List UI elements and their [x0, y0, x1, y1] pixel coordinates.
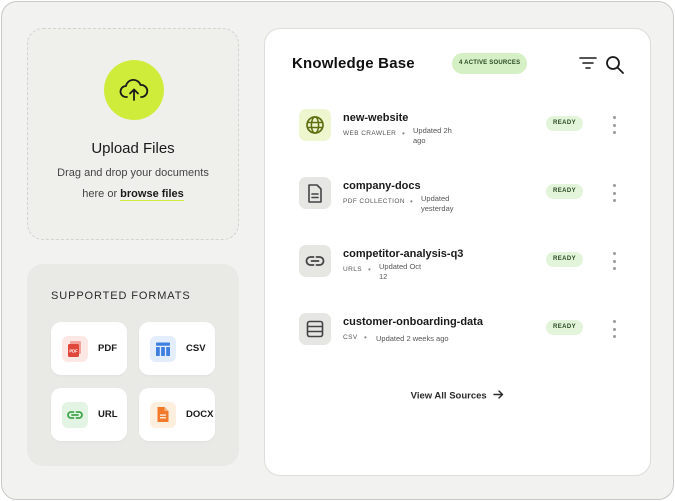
browse-files-link[interactable]: browse files	[120, 188, 184, 201]
cloud-upload-icon[interactable]	[104, 60, 164, 120]
format-docx: DOCX	[139, 388, 215, 441]
table-icon	[150, 335, 176, 362]
source-type: URLS	[343, 266, 362, 273]
source-updated: Updated 2h ago	[413, 126, 452, 145]
source-name: new-website	[343, 112, 409, 124]
separator-dot: •	[364, 333, 367, 342]
format-label: DOCX	[186, 409, 214, 420]
source-updated: Updated yesterday	[421, 194, 454, 213]
list-item[interactable]: new-website WEB CRAWLER • Updated 2h ago…	[299, 109, 629, 145]
source-type: PDF COLLECTION	[343, 198, 405, 205]
pdf-file-icon: PDF	[62, 335, 88, 362]
status-badge: READY	[546, 252, 584, 267]
search-icon[interactable]	[605, 55, 625, 80]
status-badge: READY	[546, 184, 584, 199]
app-frame: Upload Files Drag and drop your document…	[1, 1, 674, 500]
format-url: URL	[51, 388, 127, 441]
table-icon	[299, 313, 331, 345]
arrow-right-icon	[493, 390, 504, 402]
more-options-icon[interactable]	[610, 320, 618, 338]
separator-dot: •	[368, 265, 371, 274]
supported-formats-card: SUPPORTED FORMATS PDF PDF CSV URL DOCX	[27, 264, 239, 466]
list-item[interactable]: competitor-analysis-q3 URLS • Updated Oc…	[299, 245, 629, 281]
globe-icon	[299, 109, 331, 141]
source-type: WEB CRAWLER	[343, 130, 397, 137]
source-updated: Updated 2 weeks ago	[376, 334, 449, 343]
view-all-label: View All Sources	[410, 390, 487, 402]
separator-dot: •	[402, 129, 405, 138]
source-updated: Updated Oct 12	[379, 262, 422, 281]
more-options-icon[interactable]	[610, 184, 618, 202]
list-item[interactable]: company-docs PDF COLLECTION • Updated ye…	[299, 177, 629, 213]
knowledge-base-panel: Knowledge Base 4 ACTIVE SOURCES new-webs…	[264, 28, 651, 476]
format-label: URL	[98, 409, 118, 420]
source-name: competitor-analysis-q3	[343, 248, 464, 260]
svg-text:PDF: PDF	[69, 348, 78, 353]
status-badge: READY	[546, 116, 584, 131]
upload-title: Upload Files	[91, 140, 175, 157]
link-icon	[62, 401, 88, 428]
format-label: PDF	[98, 343, 117, 354]
document-icon	[299, 177, 331, 209]
format-csv: CSV	[139, 322, 215, 375]
upload-description: Drag and drop your documents here or bro…	[56, 163, 210, 205]
source-name: customer-onboarding-data	[343, 316, 483, 328]
upload-dropzone[interactable]: Upload Files Drag and drop your document…	[27, 28, 239, 240]
source-name: company-docs	[343, 180, 421, 192]
separator-dot: •	[410, 197, 413, 206]
source-type: CSV	[343, 334, 358, 341]
format-label: CSV	[186, 343, 206, 354]
active-sources-badge: 4 ACTIVE SOURCES	[452, 53, 528, 74]
page-title: Knowledge Base	[292, 55, 415, 72]
format-pdf: PDF PDF	[51, 322, 127, 375]
link-icon	[299, 245, 331, 277]
formats-title: SUPPORTED FORMATS	[51, 290, 191, 302]
filter-icon[interactable]	[579, 56, 597, 75]
list-item[interactable]: customer-onboarding-data CSV • Updated 2…	[299, 313, 629, 349]
view-all-sources-link[interactable]: View All Sources	[265, 390, 650, 402]
status-badge: READY	[546, 320, 584, 335]
doc-file-icon	[150, 401, 176, 428]
more-options-icon[interactable]	[610, 252, 618, 270]
more-options-icon[interactable]	[610, 116, 618, 134]
